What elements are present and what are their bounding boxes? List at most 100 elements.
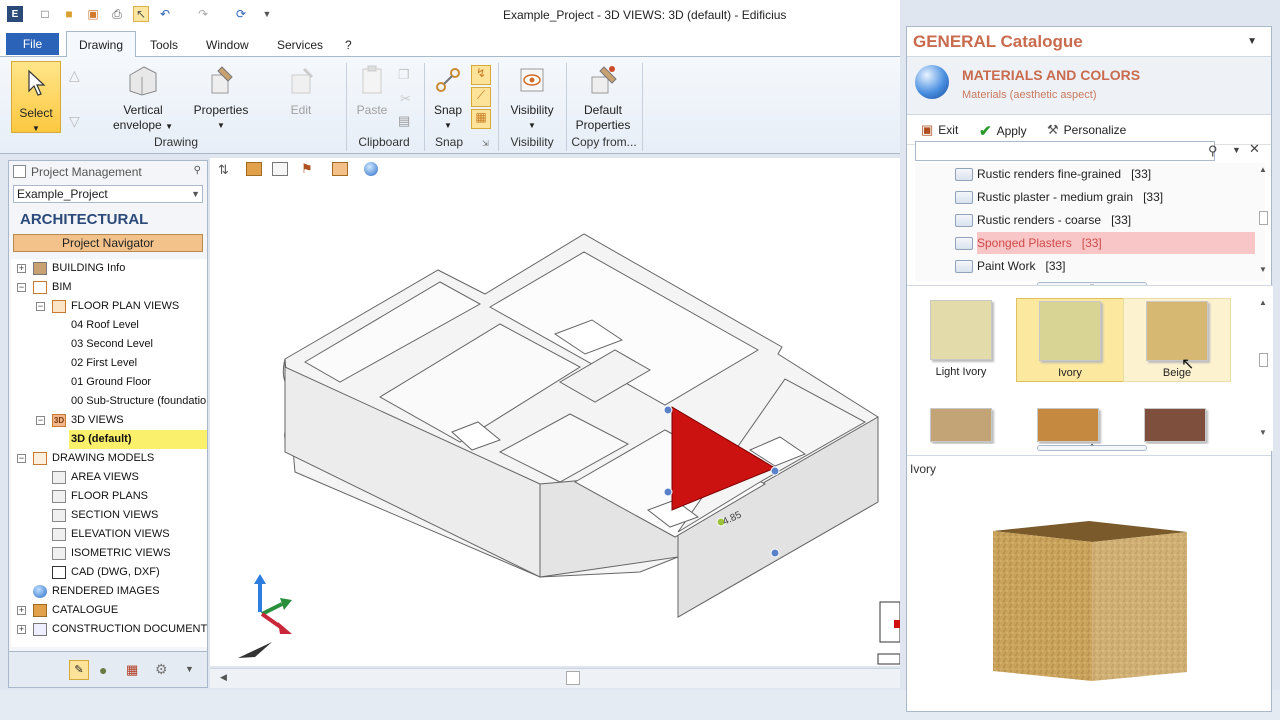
snap-button[interactable]: Snap ▼ — [428, 63, 468, 133]
app-icon[interactable]: E — [7, 6, 23, 22]
general-catalogue-panel: GENERAL Catalogue ▼ MATERIALS AND COLORS… — [906, 26, 1273, 712]
tab-help[interactable]: ? — [345, 38, 352, 52]
personalize-button[interactable]: ⚒ Personalize — [1047, 122, 1126, 138]
list-item[interactable]: Rustic renders - coarse [33] — [915, 209, 1255, 231]
catalogue-search-input[interactable] — [915, 141, 1215, 161]
tab-file[interactable]: File — [6, 33, 59, 55]
zoom-extents-icon[interactable] — [272, 162, 288, 176]
filter-dropdown-icon[interactable]: ▼ — [1232, 145, 1241, 155]
render-icon[interactable] — [364, 162, 378, 176]
swatch-item[interactable] — [907, 408, 1015, 444]
down-arrow-icon[interactable]: ▽ — [69, 113, 80, 130]
tree-item-floor-plan-views[interactable]: − FLOOR PLAN VIEWS — [11, 297, 207, 316]
project-management-panel: Project Management ⚲ Example_Project ▼ A… — [8, 160, 208, 688]
list-item[interactable]: Paint Work [33] — [915, 255, 1255, 277]
edit-button[interactable]: Edit — [276, 63, 326, 118]
walk-icon[interactable]: ⚑ — [301, 161, 313, 177]
layers-icon[interactable]: ▦ — [126, 662, 138, 678]
clear-search-icon[interactable]: ✕ — [1249, 141, 1260, 157]
swatch-item[interactable] — [1121, 408, 1229, 444]
select-button[interactable]: Select ▼ — [11, 61, 61, 133]
properties-button[interactable]: Properties ▼ — [190, 63, 252, 133]
customize-icon[interactable]: ▼ — [259, 6, 275, 22]
project-combo[interactable]: Example_Project ▼ — [13, 185, 203, 203]
section-box-icon[interactable] — [332, 162, 348, 176]
pointer-icon[interactable]: ↖ — [133, 6, 149, 22]
expand-splitter[interactable]: ⌃ — [1037, 444, 1147, 451]
clipboard-icon[interactable]: ▤ — [398, 113, 410, 129]
cut-icon[interactable]: ✂ — [400, 91, 411, 107]
snap-dialog-launcher-icon[interactable]: ⇲ — [482, 139, 489, 148]
tree-item-first-level[interactable]: 02 First Level — [11, 354, 207, 373]
chevron-down-icon[interactable]: ▼ — [185, 664, 194, 674]
refresh-icon[interactable]: ⟳ — [233, 6, 249, 22]
print-icon[interactable]: ⎙ — [109, 6, 125, 22]
tree-item-elevation-views[interactable]: ELEVATION VIEWS — [11, 525, 207, 544]
visibility-button[interactable]: Visibility ▼ — [503, 63, 561, 133]
chevron-down-icon[interactable]: ▼ — [191, 186, 200, 202]
undo-icon[interactable]: ↶ — [157, 6, 173, 22]
tree-item-cad[interactable]: CAD (DWG, DXF) — [11, 563, 207, 582]
tree-item-isometric-views[interactable]: ISOMETRIC VIEWS — [11, 544, 207, 563]
default-properties-button[interactable]: Default Properties — [571, 63, 635, 133]
copy-icon[interactable]: ❐ — [398, 67, 410, 83]
tree-item-3d-default[interactable]: 3D (default) — [69, 430, 207, 449]
tree-item-3d-views[interactable]: −3D 3D VIEWS — [11, 411, 207, 430]
tree-item-section-views[interactable]: SECTION VIEWS — [11, 506, 207, 525]
tab-window[interactable]: Window — [206, 38, 249, 52]
view-icon[interactable]: ⇅ — [218, 162, 229, 178]
up-arrow-icon[interactable]: △ — [69, 67, 80, 84]
tree-item-catalogue[interactable]: + CATALOGUE — [11, 601, 207, 620]
tab-tools[interactable]: Tools — [150, 38, 178, 52]
sphere-icon — [33, 585, 47, 598]
list-item[interactable]: Rustic renders fine-grained [33] — [915, 163, 1255, 185]
tab-services[interactable]: Services — [277, 38, 323, 52]
paste-button[interactable]: Paste — [350, 63, 394, 118]
tree-item-rendered-images[interactable]: RENDERED IMAGES — [11, 582, 207, 601]
gear-icon[interactable]: ⚙ — [155, 661, 168, 678]
edit-project-icon[interactable]: ✎ — [69, 660, 89, 680]
3d-viewport[interactable]: 4.85 — [210, 182, 901, 666]
redo-icon[interactable]: ↷ — [195, 6, 211, 22]
project-navigator-button[interactable]: Project Navigator — [13, 234, 203, 252]
tab-drawing[interactable]: Drawing — [66, 31, 136, 57]
tree-item-construction-documents[interactable]: +CONSTRUCTION DOCUMENTS S — [11, 620, 207, 639]
swatch-ivory[interactable]: Ivory — [1016, 298, 1124, 382]
tree-item-floor-plans[interactable]: FLOOR PLANS — [11, 487, 207, 506]
select-label: Select — [19, 106, 53, 120]
list-item[interactable]: Rustic plaster - medium grain [33] — [915, 186, 1255, 208]
tree-item-building-info[interactable]: + BUILDING Info — [11, 259, 207, 278]
tree-item-drawing-models[interactable]: − DRAWING MODELS — [11, 449, 207, 468]
tree-item-roof-level[interactable]: 04 Roof Level — [11, 316, 207, 335]
tree-item-area-views[interactable]: AREA VIEWS — [11, 468, 207, 487]
save-icon[interactable]: ▣ — [85, 6, 101, 22]
search-icon[interactable]: ⚲ — [1208, 143, 1218, 159]
list-item-selected[interactable]: Sponged Plasters [33] — [915, 232, 1255, 254]
open-icon[interactable]: ■ — [61, 6, 77, 22]
swatch-beige[interactable]: Beige — [1123, 298, 1231, 382]
folder-icon — [955, 214, 973, 227]
chevron-down-icon[interactable]: ▼ — [1247, 27, 1257, 57]
tree-item-second-level[interactable]: 03 Second Level — [11, 335, 207, 354]
materials-icon[interactable]: ● — [99, 662, 107, 678]
new-icon[interactable]: □ — [37, 6, 53, 22]
list-scrollbar[interactable]: ▲ ▼ — [1259, 165, 1269, 277]
tree-item-ground-floor[interactable]: 01 Ground Floor — [11, 373, 207, 392]
snap-grid-icon[interactable]: ▦ — [471, 109, 491, 129]
horizontal-scrollbar[interactable]: ◀ — [210, 668, 900, 688]
swatch-scrollbar[interactable]: ▲ ▼ — [1259, 298, 1269, 438]
tree-item-bim[interactable]: − BIM — [11, 278, 207, 297]
snap-line-icon[interactable]: ⟋ — [471, 87, 491, 107]
apply-button[interactable]: ✔ Apply — [979, 122, 1027, 140]
exit-button[interactable]: ▣ Exit — [921, 122, 958, 138]
tree-item-sub-structure[interactable]: 00 Sub-Structure (foundatio — [11, 392, 207, 411]
swatch-item[interactable] — [1014, 408, 1122, 444]
scroll-left-icon[interactable]: ◀ — [220, 672, 227, 683]
camera-icon[interactable] — [246, 162, 262, 176]
scroll-thumb[interactable] — [566, 671, 580, 685]
swatch-light-ivory[interactable]: Light Ivory — [907, 300, 1015, 382]
view-cube[interactable] — [877, 601, 901, 665]
vertical-envelope-button[interactable]: Vertical envelope ▼ — [112, 63, 174, 134]
snap-endpoint-icon[interactable]: ↯ — [471, 65, 491, 85]
pin-icon[interactable]: ⚲ — [194, 165, 201, 176]
